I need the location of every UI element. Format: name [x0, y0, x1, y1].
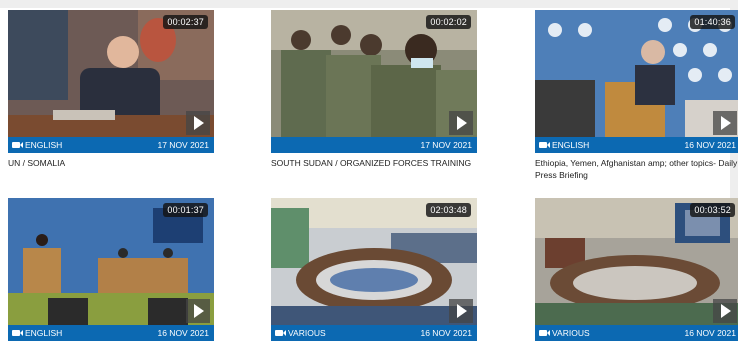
- video-meta-bar: VARIOUS 16 NOV 2021: [535, 325, 738, 341]
- play-icon[interactable]: [713, 299, 737, 323]
- video-camera-icon: [275, 330, 286, 336]
- video-title[interactable]: UN / SOMALIA: [8, 157, 214, 169]
- video-thumbnail[interactable]: 00:02:37: [8, 10, 214, 137]
- video-date: 17 NOV 2021: [420, 140, 472, 150]
- video-meta-bar: VARIOUS 16 NOV 2021: [271, 325, 477, 341]
- language-tag: VARIOUS: [539, 328, 590, 338]
- video-date: 16 NOV 2021: [684, 328, 736, 338]
- video-duration: 01:40:36: [690, 15, 735, 29]
- video-meta-bar: ENGLISH 16 NOV 2021: [8, 325, 214, 341]
- thumbnail-image: [271, 10, 477, 137]
- thumbnail-image: [8, 10, 214, 137]
- play-icon[interactable]: [449, 111, 473, 135]
- video-date: 16 NOV 2021: [157, 328, 209, 338]
- video-duration: 00:01:37: [163, 203, 208, 217]
- video-duration: 00:02:02: [426, 15, 471, 29]
- video-thumbnail[interactable]: 00:02:02: [271, 10, 477, 137]
- video-date: 16 NOV 2021: [420, 328, 472, 338]
- language-tag: ENGLISH: [539, 140, 589, 150]
- video-language: ENGLISH: [25, 140, 63, 150]
- video-camera-icon: [539, 330, 550, 336]
- video-duration: 00:03:52: [690, 203, 735, 217]
- video-camera-icon: [539, 142, 550, 148]
- video-meta-bar: ENGLISH 17 NOV 2021: [8, 137, 214, 153]
- thumbnail-image: [8, 198, 214, 325]
- video-card[interactable]: 00:02:02 17 NOV 2021 SOUTH SUDAN / ORGAN…: [271, 10, 477, 169]
- video-language: VARIOUS: [288, 328, 326, 338]
- video-camera-icon: [12, 142, 23, 148]
- video-card[interactable]: 00:03:52 VARIOUS 16 NOV 2021: [535, 198, 738, 341]
- video-thumbnail[interactable]: 00:03:52: [535, 198, 738, 325]
- video-language: VARIOUS: [552, 328, 590, 338]
- video-camera-icon: [12, 330, 23, 336]
- video-date: 17 NOV 2021: [157, 140, 209, 150]
- video-card[interactable]: 01:40:36 ENGLISH 16 NOV 2021 Ethiopia, Y…: [535, 10, 738, 181]
- video-title[interactable]: SOUTH SUDAN / ORGANIZED FORCES TRAINING: [271, 157, 477, 169]
- thumbnail-image: [535, 10, 738, 137]
- language-tag: VARIOUS: [275, 328, 326, 338]
- video-card[interactable]: 00:02:37 ENGLISH 17 NOV 2021 UN / SOMALI…: [8, 10, 214, 169]
- video-thumbnail[interactable]: 02:03:48: [271, 198, 477, 325]
- language-tag: ENGLISH: [12, 328, 62, 338]
- thumbnail-image: [535, 198, 738, 325]
- play-icon[interactable]: [186, 299, 210, 323]
- video-card[interactable]: 00:01:37 ENGLISH 16 NOV 2021: [8, 198, 214, 341]
- video-meta-bar: ENGLISH 16 NOV 2021: [535, 137, 738, 153]
- video-title[interactable]: Ethiopia, Yemen, Afghanistan amp; other …: [535, 157, 738, 181]
- video-date: 16 NOV 2021: [684, 140, 736, 150]
- video-card[interactable]: 02:03:48 VARIOUS 16 NOV 2021: [271, 198, 477, 341]
- play-icon[interactable]: [449, 299, 473, 323]
- video-thumbnail[interactable]: 01:40:36: [535, 10, 738, 137]
- video-duration: 00:02:37: [163, 15, 208, 29]
- video-language: ENGLISH: [25, 328, 63, 338]
- play-icon[interactable]: [713, 111, 737, 135]
- play-icon[interactable]: [186, 111, 210, 135]
- video-meta-bar: 17 NOV 2021: [271, 137, 477, 153]
- language-tag: ENGLISH: [12, 140, 62, 150]
- thumbnail-image: [271, 198, 477, 325]
- top-border: [0, 0, 738, 8]
- video-duration: 02:03:48: [426, 203, 471, 217]
- video-thumbnail[interactable]: 00:01:37: [8, 198, 214, 325]
- video-language: ENGLISH: [552, 140, 590, 150]
